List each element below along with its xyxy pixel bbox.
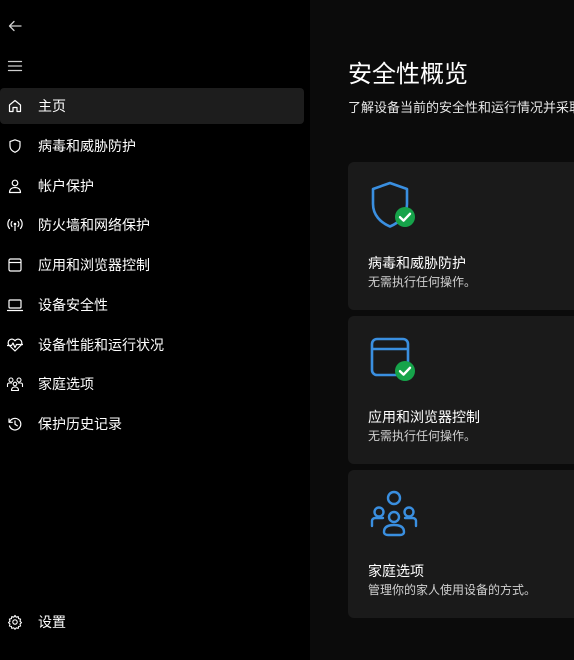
sidebar-item-label: 帐户保护 xyxy=(38,179,94,195)
sidebar-item-account-protection[interactable]: 帐户保护 xyxy=(0,168,304,204)
shield-check-icon xyxy=(368,180,420,232)
card-status: 无需执行任何操作。 xyxy=(368,429,477,443)
sidebar-item-label: 防火墙和网络保护 xyxy=(38,218,150,234)
sidebar-item-label: 设备安全性 xyxy=(38,298,108,314)
app-window-check-icon xyxy=(368,334,420,386)
sidebar-item-home[interactable]: 主页 xyxy=(0,88,304,124)
laptop-icon xyxy=(6,296,24,314)
history-icon xyxy=(6,415,24,433)
back-button[interactable] xyxy=(4,15,26,37)
sidebar-item-label: 设备性能和运行状况 xyxy=(38,338,164,354)
hamburger-menu-icon xyxy=(7,60,23,72)
gear-icon xyxy=(6,613,24,631)
wifi-antenna-icon xyxy=(6,216,24,234)
page-title: 安全性概览 xyxy=(348,60,468,88)
sidebar-item-firewall[interactable]: 防火墙和网络保护 xyxy=(0,207,304,243)
card-title: 应用和浏览器控制 xyxy=(368,410,480,426)
card-status: 无需执行任何操作。 xyxy=(368,275,477,289)
sidebar-item-label: 主页 xyxy=(38,99,66,115)
sidebar-item-protection-history[interactable]: 保护历史记录 xyxy=(0,406,304,442)
card-status: 管理你的家人使用设备的方式。 xyxy=(368,583,537,597)
sidebar-item-label: 病毒和威胁防护 xyxy=(38,139,136,155)
sidebar-item-device-health[interactable]: 设备性能和运行状况 xyxy=(0,327,304,363)
sidebar-item-label: 保护历史记录 xyxy=(38,417,122,433)
sidebar-item-virus-protection[interactable]: 病毒和威胁防护 xyxy=(0,128,304,164)
sidebar-item-label: 应用和浏览器控制 xyxy=(38,258,150,274)
sidebar-item-label: 家庭选项 xyxy=(38,377,94,393)
sidebar-nav: 主页 病毒和威胁防护 帐户保护 防火墙和网络保护 应用和浏览器控制 设备安全性 xyxy=(0,0,310,660)
page-description: 了解设备当前的安全性和运行情况并采取 xyxy=(348,101,574,116)
menu-button[interactable] xyxy=(4,55,26,77)
card-family-options[interactable]: 家庭选项 管理你的家人使用设备的方式。 xyxy=(348,470,574,618)
card-app-browser-control[interactable]: 应用和浏览器控制 无需执行任何操作。 xyxy=(348,316,574,464)
heart-pulse-icon xyxy=(6,336,24,354)
family-icon xyxy=(6,375,24,393)
card-virus-protection[interactable]: 病毒和威胁防护 无需执行任何操作。 xyxy=(348,162,574,310)
card-title: 家庭选项 xyxy=(368,564,424,580)
back-arrow-icon xyxy=(8,20,22,32)
main-content: 安全性概览 了解设备当前的安全性和运行情况并采取 病毒和威胁防护 无需执行任何操… xyxy=(310,0,574,660)
settings-label: 设置 xyxy=(38,615,66,631)
person-icon xyxy=(6,177,24,195)
sidebar-item-app-browser-control[interactable]: 应用和浏览器控制 xyxy=(0,247,304,283)
home-icon xyxy=(6,97,24,115)
card-title: 病毒和威胁防护 xyxy=(368,256,466,272)
sidebar-item-device-security[interactable]: 设备安全性 xyxy=(0,287,304,323)
sidebar-item-family-options[interactable]: 家庭选项 xyxy=(0,366,304,402)
sidebar-item-settings[interactable]: 设置 xyxy=(0,604,304,640)
shield-icon xyxy=(6,137,24,155)
app-window-icon xyxy=(6,256,24,274)
family-icon xyxy=(368,488,420,540)
